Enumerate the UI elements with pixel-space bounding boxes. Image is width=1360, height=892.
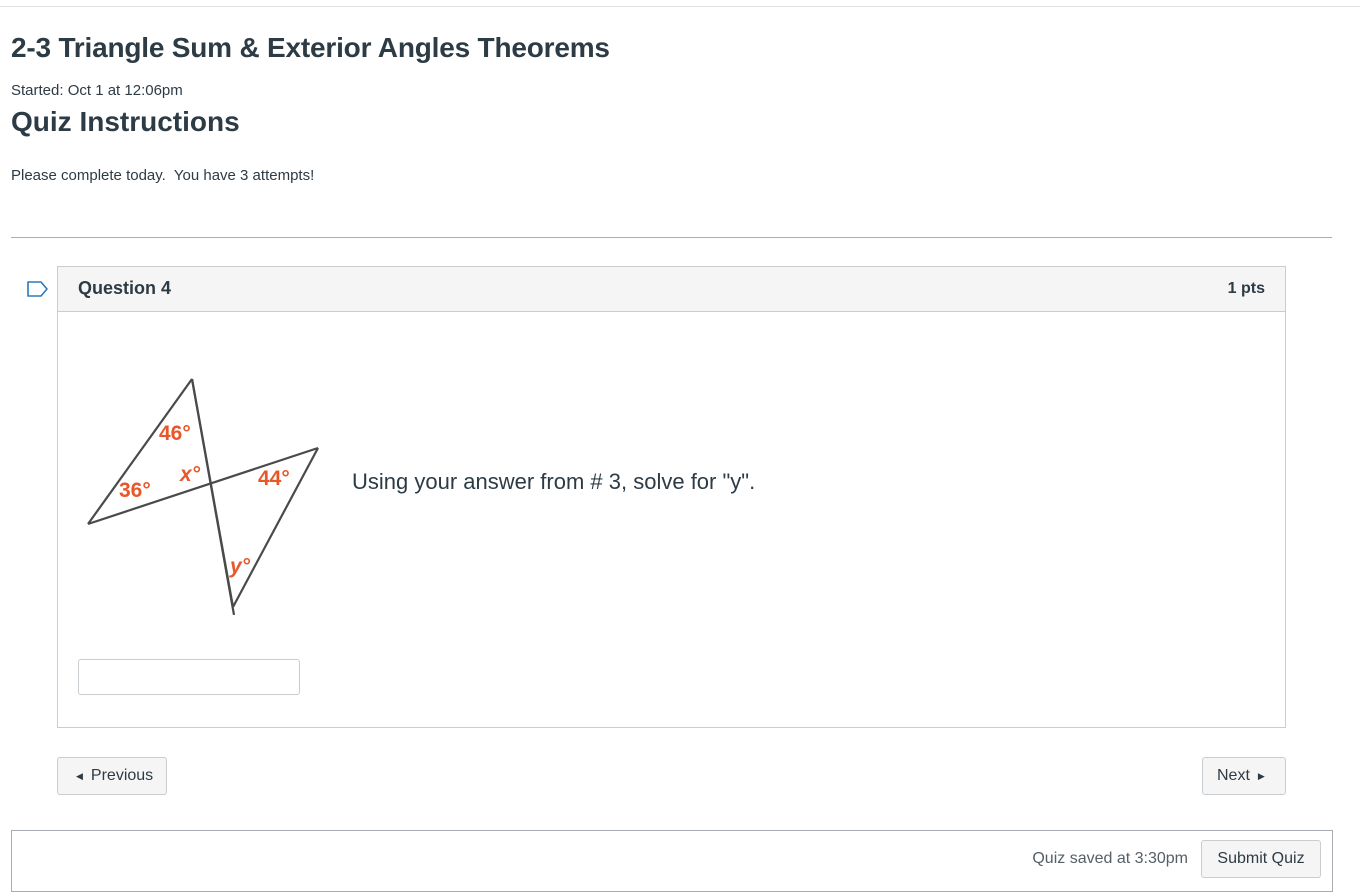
angle-label-44: 44° xyxy=(258,467,290,490)
question-card: Question 4 1 pts 46° 36° x° 44° y° Using… xyxy=(57,266,1286,728)
angle-label-y: y° xyxy=(229,555,251,578)
submit-quiz-button[interactable]: Submit Quiz xyxy=(1201,840,1321,878)
instructions-text: Please complete today. You have 3 attemp… xyxy=(11,167,315,184)
quiz-footer: Quiz saved at 3:30pm Submit Quiz xyxy=(11,830,1333,892)
question-points: 1 pts xyxy=(1227,280,1265,297)
angle-label-36: 36° xyxy=(119,479,151,502)
angle-label-x: x° xyxy=(179,463,201,486)
quiz-title: 2-3 Triangle Sum & Exterior Angles Theor… xyxy=(11,32,610,63)
diagram-line-vertical xyxy=(190,378,235,608)
previous-button-label: Previous xyxy=(90,767,154,784)
diagram-line-upper-left xyxy=(87,378,193,525)
question-prompt: Using your answer from # 3, solve for "y… xyxy=(352,469,756,494)
previous-button[interactable]: ◀ Previous xyxy=(57,757,167,795)
bookmark-flag-icon[interactable] xyxy=(26,279,50,299)
caret-left-icon: ◀ xyxy=(76,770,83,781)
section-divider xyxy=(11,237,1332,238)
instructions-heading: Quiz Instructions xyxy=(11,106,240,137)
started-timestamp: Started: Oct 1 at 12:06pm xyxy=(11,82,183,99)
save-status: Quiz saved at 3:30pm xyxy=(1032,850,1188,867)
caret-right-icon: ▶ xyxy=(1257,770,1265,781)
top-divider xyxy=(0,6,1360,7)
answer-input[interactable] xyxy=(78,659,300,695)
triangle-diagram: 46° 36° x° 44° y° xyxy=(87,378,319,615)
angle-label-46: 46° xyxy=(159,422,191,445)
question-number: Question 4 xyxy=(78,278,172,298)
next-button[interactable]: Next ▶ xyxy=(1202,757,1286,795)
question-header: Question 4 1 pts xyxy=(58,267,1285,312)
next-button-label: Next xyxy=(1217,767,1250,784)
